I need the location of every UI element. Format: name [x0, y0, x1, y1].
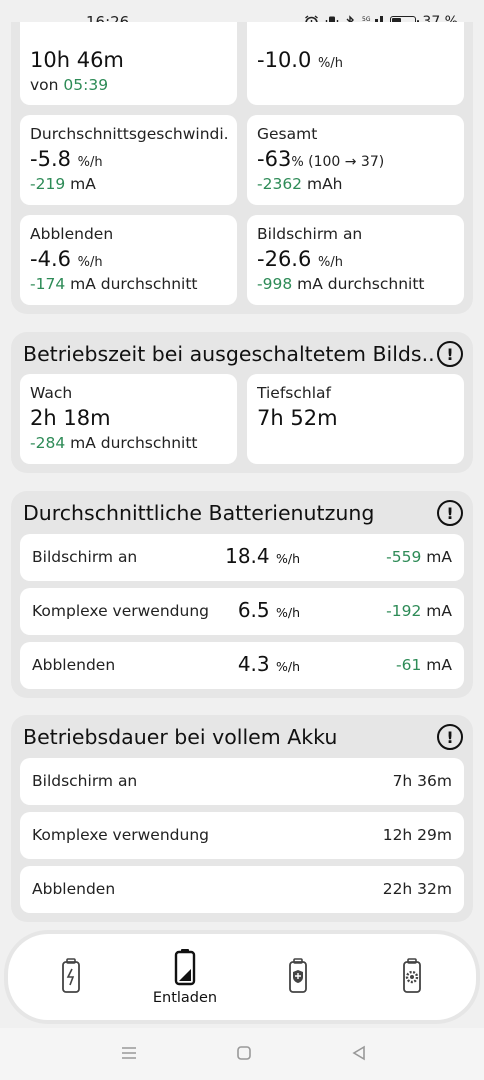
total-label: Gesamt: [257, 125, 318, 143]
screen-on-ma: -998 mA durchschnitt: [257, 275, 425, 293]
avg-row-value: 4.3 %/h: [237, 652, 300, 676]
avg-row-label: Abblenden: [32, 656, 116, 674]
awake-value: 2h 18m: [30, 406, 111, 430]
screen-on-value: -26.6 %/h: [257, 247, 344, 271]
avg-row-label: Bildschirm an: [32, 548, 138, 566]
screen-on-label: Bildschirm an: [257, 225, 363, 243]
avg-usage-title: Durchschnittliche Batterienutzung: [23, 501, 375, 525]
screen-off-group: Betriebszeit bei ausgeschaltetem Bilds..…: [11, 332, 473, 473]
total-card: Gesamt -63% (100 → 37) -2362 mAh: [247, 115, 464, 205]
full-row-value: 7h 36m: [392, 772, 452, 790]
full-row-value: 22h 32m: [382, 880, 452, 898]
discharging-battery-icon: [174, 949, 196, 986]
deep-sleep-label: Tiefschlaf: [257, 384, 331, 402]
rate-card: -10.0 %/h: [247, 22, 464, 105]
avg-speed-value: -5.8 %/h: [30, 147, 103, 171]
battery-settings-icon: [403, 958, 421, 993]
full-row: Abblenden 22h 32m: [20, 866, 464, 913]
nav-battery-settings[interactable]: [372, 958, 452, 994]
screen-time-card: 10h 46m von 05:39: [20, 22, 237, 105]
awake-ma: -284 mA durchschnitt: [30, 434, 198, 452]
info-icon[interactable]: !: [437, 724, 463, 750]
full-row: Komplexe verwendung 12h 29m: [20, 812, 464, 859]
avg-row-ma: -61 mA: [396, 656, 452, 674]
avg-row-value: 6.5 %/h: [237, 598, 300, 622]
avg-row-ma: -559 mA: [386, 548, 452, 566]
avg-row: Komplexe verwendung 6.5 %/h -192 mA: [20, 588, 464, 635]
full-row-label: Komplexe verwendung: [32, 826, 209, 844]
awake-label: Wach: [30, 384, 73, 402]
dimmed-card: Abblenden -4.6 %/h -174 mA durchschnitt: [20, 215, 237, 305]
total-mah: -2362 mAh: [257, 175, 343, 193]
avg-speed-label: Durchschnittsgeschwindi..: [30, 125, 227, 143]
charging-battery-icon: [62, 958, 80, 993]
dimmed-label: Abblenden: [30, 225, 114, 243]
nav-battery-health[interactable]: [258, 958, 338, 994]
avg-usage-group: Durchschnittliche Batterienutzung ! Bild…: [11, 491, 473, 698]
screen-time-since: von 05:39: [30, 76, 109, 94]
back-icon[interactable]: [351, 1045, 367, 1061]
screen-time-value: 10h 46m: [30, 48, 124, 72]
avg-speed-ma: -219 mA: [30, 175, 96, 193]
rate-value: -10.0 %/h: [257, 48, 344, 72]
total-value: -63% (100 → 37): [257, 147, 385, 171]
deep-sleep-card: Tiefschlaf 7h 52m: [247, 374, 464, 464]
nav-discharging[interactable]: Entladen: [145, 948, 225, 1006]
menu-icon[interactable]: [120, 1045, 138, 1061]
avg-row: Abblenden 4.3 %/h -61 mA: [20, 642, 464, 689]
screen-off-title: Betriebszeit bei ausgeschaltetem Bilds..: [23, 342, 435, 366]
battery-health-icon: [289, 958, 307, 993]
home-icon[interactable]: [236, 1045, 252, 1061]
discharge-stats-group: 10h 46m von 05:39 -10.0 %/h Durchschnitt…: [11, 22, 473, 314]
avg-row-value: 18.4 %/h: [225, 544, 300, 568]
info-icon[interactable]: !: [437, 500, 463, 526]
nav-discharging-label: Entladen: [152, 990, 218, 1006]
full-row-value: 12h 29m: [382, 826, 452, 844]
full-battery-title: Betriebsdauer bei vollem Akku: [23, 725, 338, 749]
full-row-label: Abblenden: [32, 880, 116, 898]
nav-charging[interactable]: [31, 958, 111, 994]
avg-speed-card: Durchschnittsgeschwindi.. -5.8 %/h -219 …: [20, 115, 237, 205]
full-row-label: Bildschirm an: [32, 772, 138, 790]
awake-card: Wach 2h 18m -284 mA durchschnitt: [20, 374, 237, 464]
full-row: Bildschirm an 7h 36m: [20, 758, 464, 805]
deep-sleep-value: 7h 52m: [257, 406, 338, 430]
avg-row-label: Komplexe verwendung: [32, 602, 209, 620]
system-nav-bar: [0, 1028, 484, 1080]
screen-on-card: Bildschirm an -26.6 %/h -998 mA durchsch…: [247, 215, 464, 305]
full-battery-group: Betriebsdauer bei vollem Akku ! Bildschi…: [11, 715, 473, 922]
bottom-nav: Entladen: [8, 934, 476, 1020]
info-icon[interactable]: !: [437, 341, 463, 367]
dimmed-ma: -174 mA durchschnitt: [30, 275, 198, 293]
avg-row: Bildschirm an 18.4 %/h -559 mA: [20, 534, 464, 581]
dimmed-value: -4.6 %/h: [30, 247, 103, 271]
avg-row-ma: -192 mA: [386, 602, 452, 620]
